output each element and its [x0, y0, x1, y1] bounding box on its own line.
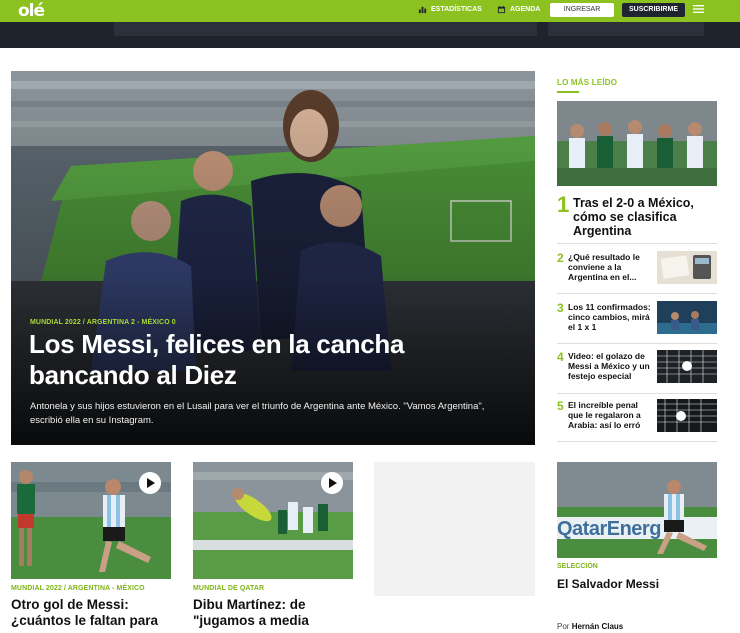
rank-number: 1	[557, 192, 570, 217]
most-read-thumb	[657, 399, 717, 432]
most-read-item[interactable]: 4 Video: el golazo de Messi a México y u…	[557, 350, 717, 394]
article-image	[193, 462, 353, 579]
hero-summary: Antonela y sus hijos estuvieron en el Lu…	[30, 401, 485, 426]
heading-underline	[557, 91, 579, 93]
ad-slot-right	[548, 22, 704, 36]
article-tag[interactable]: MUNDIAL 2022 / ARGENTINA - MÉXICO	[11, 585, 171, 592]
most-read-thumb	[657, 301, 717, 334]
banner-text: QatarEnerg	[557, 518, 661, 540]
author-name[interactable]: Hernán Claus	[572, 622, 624, 631]
play-video-icon[interactable]	[321, 472, 343, 494]
most-read-top-title[interactable]: Tras el 2-0 a México, cómo se clasifica …	[573, 196, 713, 238]
most-read-item[interactable]: 5 El increíble penal que le regalaron a …	[557, 399, 717, 443]
calendar-icon	[497, 5, 506, 14]
most-read-title[interactable]: Los 11 confirmados: cinco cambios, mirá …	[568, 302, 652, 332]
most-read-title[interactable]: El increíble penal que le regalaron a Ar…	[568, 400, 652, 430]
most-read-heading: LO MÁS LEÍDO	[557, 78, 618, 87]
subscribe-button[interactable]: SUSCRIBIRME	[622, 3, 685, 17]
article-title[interactable]: Otro gol de Messi: ¿cuántos le faltan pa…	[11, 597, 171, 629]
divider	[557, 393, 717, 394]
article-card[interactable]: MUNDIAL DE QATAR Dibu Martínez: de "juga…	[193, 462, 353, 629]
feature-tag[interactable]: SELECCIÓN	[557, 563, 598, 570]
divider	[557, 441, 717, 442]
bar-chart-icon	[418, 6, 427, 14]
article-card[interactable]: MUNDIAL 2022 / ARGENTINA - MÉXICO Otro g…	[11, 462, 171, 629]
rank-number: 2	[557, 251, 564, 265]
divider	[557, 243, 717, 244]
most-read-item[interactable]: 2 ¿Qué resultado le conviene a la Argent…	[557, 251, 717, 295]
nav-statistics-label: ESTADÍSTICAS	[431, 6, 482, 13]
ole-logo[interactable]: olé	[18, 1, 45, 21]
nav-agenda[interactable]: AGENDA	[497, 5, 540, 14]
most-read-thumb	[657, 251, 717, 284]
feature-author: Por Hernán Claus	[557, 622, 623, 631]
feature-title[interactable]: El Salvador Messi	[557, 577, 659, 591]
author-prefix: Por	[557, 622, 570, 631]
hero-headline[interactable]: Los Messi, felices en la cancha bancando…	[29, 329, 509, 391]
article-title[interactable]: Dibu Martínez: de "jugamos a media	[193, 597, 353, 629]
divider	[557, 293, 717, 294]
most-read-title[interactable]: Video: el golazo de Messi a México y un …	[568, 351, 652, 381]
most-read-title[interactable]: ¿Qué resultado le conviene a la Argentin…	[568, 252, 652, 282]
rank-number: 3	[557, 301, 564, 315]
most-read-thumb	[657, 350, 717, 383]
most-read-top-image[interactable]	[557, 101, 717, 186]
logo-text: olé	[18, 1, 45, 21]
hero-article[interactable]: MUNDIAL 2022 / ARGENTINA 2 - MÉXICO 0 Lo…	[11, 71, 535, 445]
rank-number: 5	[557, 399, 564, 413]
ad-placeholder	[374, 462, 535, 596]
ad-slot-left	[114, 22, 537, 36]
most-read-item[interactable]: 3 Los 11 confirmados: cinco cambios, mir…	[557, 301, 717, 345]
login-button[interactable]: INGRESAR	[550, 3, 614, 17]
hero-tag[interactable]: MUNDIAL 2022 / ARGENTINA 2 - MÉXICO 0	[30, 319, 176, 326]
feature-image[interactable]: QatarEnerg	[557, 462, 717, 558]
nav-agenda-label: AGENDA	[510, 6, 541, 13]
play-video-icon[interactable]	[139, 472, 161, 494]
article-tag[interactable]: MUNDIAL DE QATAR	[193, 585, 353, 592]
rank-number: 4	[557, 350, 564, 364]
hamburger-menu-icon[interactable]	[693, 4, 704, 14]
divider	[557, 343, 717, 344]
article-image	[11, 462, 171, 579]
nav-statistics[interactable]: ESTADÍSTICAS	[418, 5, 482, 14]
